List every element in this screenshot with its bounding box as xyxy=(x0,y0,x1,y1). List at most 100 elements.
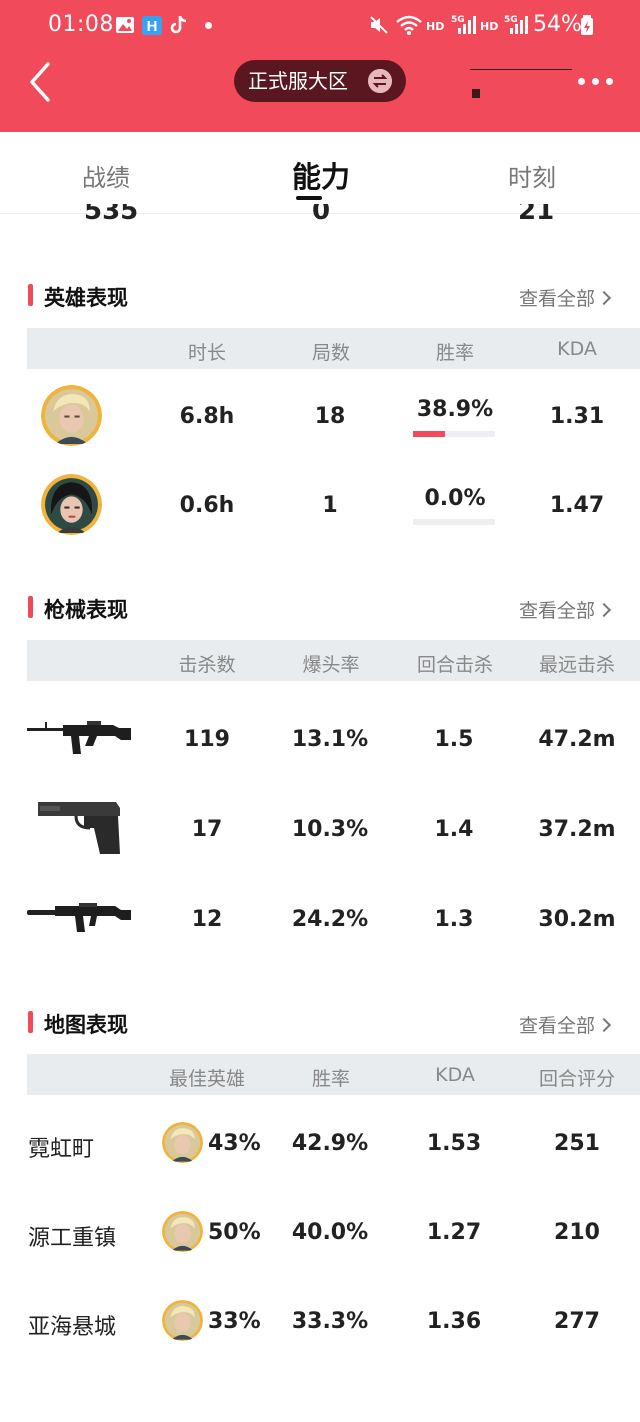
h-app-icon: H xyxy=(142,16,162,35)
column-header: 击杀数 xyxy=(178,654,236,676)
map-table-header: 最佳英雄 胜率 KDA 回合评分 xyxy=(27,1054,640,1095)
hero-section-title: 英雄表现 xyxy=(28,282,128,312)
smg-icon xyxy=(27,903,131,932)
server-label: 正式服大区 xyxy=(248,69,348,93)
weapon-headshot-rate: 13.1% xyxy=(291,727,369,752)
tiktok-icon xyxy=(170,16,187,34)
tab-record[interactable]: 战绩 xyxy=(82,158,130,193)
notification-dot xyxy=(205,22,212,29)
hero-avatar-dark-icon xyxy=(41,474,102,535)
see-all-label: 查看全部 xyxy=(519,288,596,310)
wifi-icon xyxy=(396,15,422,35)
weapon-farthest-kill: 37.2m xyxy=(538,817,616,842)
best-hero-pct: 43% xyxy=(208,1131,261,1156)
hero-games: 18 xyxy=(314,404,346,429)
map-winrate: 40.0% xyxy=(291,1220,369,1245)
map-kda: 1.27 xyxy=(426,1220,482,1245)
column-header: 最远击杀 xyxy=(538,654,615,676)
map-round-score: 210 xyxy=(554,1220,600,1245)
column-header: 胜率 xyxy=(311,1068,350,1090)
column-header: 最佳英雄 xyxy=(168,1068,245,1090)
column-header: 胜率 xyxy=(435,342,474,364)
map-see-all-link[interactable]: 查看全部 xyxy=(519,1011,612,1038)
weapon-see-all-link[interactable]: 查看全部 xyxy=(519,596,612,623)
decor-line xyxy=(470,69,572,70)
map-name: 源工重镇 xyxy=(28,1226,117,1251)
winrate-bar-fill xyxy=(413,431,445,437)
best-hero-avatar-icon xyxy=(162,1211,203,1252)
column-header: 局数 xyxy=(311,342,350,364)
hd-label-2: HD xyxy=(480,20,499,33)
chevron-right-icon xyxy=(596,602,612,618)
hero-table-header: 时长 局数 胜率 KDA xyxy=(27,328,640,369)
column-header: 回合评分 xyxy=(538,1068,615,1090)
best-hero-pct: 33% xyxy=(208,1309,261,1334)
nav-row: 正式服大区 xyxy=(0,56,640,112)
winrate-bar xyxy=(413,519,495,525)
hero-winrate: 0.0% xyxy=(424,486,486,511)
weapon-round-kills: 1.3 xyxy=(434,907,474,932)
best-hero-pct: 50% xyxy=(208,1220,261,1245)
tab-moments[interactable]: 时刻 xyxy=(508,158,556,193)
column-header: KDA xyxy=(557,338,597,360)
server-switch-button[interactable]: 正式服大区 xyxy=(234,60,406,102)
see-all-label: 查看全部 xyxy=(519,1015,596,1037)
more-options-button[interactable] xyxy=(578,74,614,88)
hero-avatar-blonde-icon xyxy=(41,385,102,446)
column-header: 时长 xyxy=(187,342,226,364)
tab-bar: 战绩 能力 时刻 xyxy=(0,132,640,214)
chevron-right-icon xyxy=(596,290,612,306)
weapon-section-title: 枪械表现 xyxy=(28,594,128,624)
weapon-kills: 119 xyxy=(184,727,230,752)
mute-icon xyxy=(370,16,388,34)
signal-icon xyxy=(458,16,476,34)
weapon-headshot-rate: 24.2% xyxy=(291,907,369,932)
weapon-kills: 17 xyxy=(191,817,223,842)
map-kda: 1.36 xyxy=(426,1309,482,1334)
hero-time: 6.8h xyxy=(179,404,235,429)
hd-label: HD xyxy=(426,20,445,33)
summary-stat: 21 xyxy=(518,204,555,226)
map-round-score: 277 xyxy=(554,1309,600,1334)
map-winrate: 33.3% xyxy=(291,1309,369,1334)
hero-kda: 1.47 xyxy=(549,493,605,518)
signal-icon-2 xyxy=(510,16,528,34)
rifle-icon xyxy=(27,721,131,754)
gallery-icon xyxy=(116,17,134,33)
swap-icon xyxy=(368,69,392,93)
battery-percent: 54% xyxy=(533,12,582,37)
map-kda: 1.53 xyxy=(426,1131,482,1156)
hero-games: 1 xyxy=(322,493,338,518)
weapon-kills: 12 xyxy=(191,907,223,932)
back-button[interactable] xyxy=(26,60,56,104)
best-hero-avatar-icon xyxy=(162,1300,203,1341)
active-tab-indicator xyxy=(296,196,322,200)
tab-ability[interactable]: 能力 xyxy=(292,154,350,196)
chevron-right-icon xyxy=(596,1017,612,1033)
column-header: 回合击杀 xyxy=(416,654,493,676)
see-all-label: 查看全部 xyxy=(519,600,596,622)
best-hero-avatar-icon xyxy=(162,1122,203,1163)
map-round-score: 251 xyxy=(554,1131,600,1156)
map-section-title: 地图表现 xyxy=(28,1009,128,1039)
map-name: 亚海悬城 xyxy=(28,1315,117,1340)
weapon-farthest-kill: 30.2m xyxy=(538,907,616,932)
battery-icon xyxy=(581,15,593,35)
weapon-round-kills: 1.5 xyxy=(434,727,474,752)
hero-winrate: 38.9% xyxy=(416,397,494,422)
app-header: 01:08 H HD 5G HD 5G 54% 正式服大区 xyxy=(0,0,640,132)
hero-time: 0.6h xyxy=(179,493,235,518)
status-bar: 01:08 H HD 5G HD 5G 54% xyxy=(0,0,640,54)
weapon-headshot-rate: 10.3% xyxy=(291,817,369,842)
decor-square xyxy=(472,89,480,98)
hero-see-all-link[interactable]: 查看全部 xyxy=(519,284,612,311)
weapon-round-kills: 1.4 xyxy=(434,817,474,842)
weapon-farthest-kill: 47.2m xyxy=(538,727,616,752)
hero-kda: 1.31 xyxy=(549,404,605,429)
winrate-bar xyxy=(413,431,495,437)
map-name: 霓虹町 xyxy=(28,1137,95,1162)
pistol-icon xyxy=(38,802,120,854)
summary-stat: 535 xyxy=(84,204,139,226)
status-time: 01:08 xyxy=(48,12,114,37)
column-header: KDA xyxy=(435,1064,475,1086)
